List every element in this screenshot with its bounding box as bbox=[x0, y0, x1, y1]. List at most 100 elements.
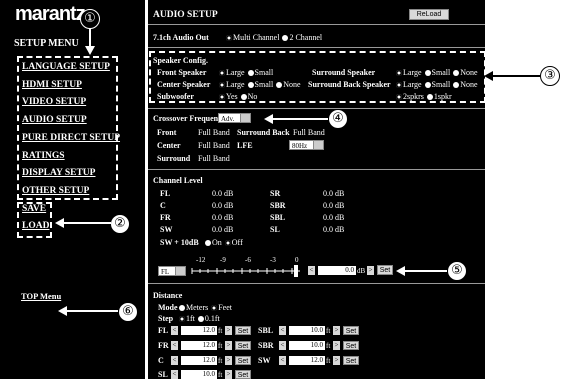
dist-sbr-inc[interactable]: > bbox=[333, 341, 340, 350]
surround-speaker-options[interactable]: Large Small None bbox=[393, 68, 478, 77]
dist-sl-input[interactable]: 10.0 bbox=[181, 370, 217, 379]
callout-5: ⑤ bbox=[447, 261, 467, 281]
dist-fl-inc[interactable]: > bbox=[225, 326, 232, 335]
dist-fl-set[interactable]: Set bbox=[235, 326, 251, 335]
level-value-input[interactable]: 0.0 bbox=[318, 266, 356, 275]
dist-c-dec[interactable]: < bbox=[171, 356, 178, 365]
dist-sl-inc[interactable]: > bbox=[225, 370, 232, 379]
dist-sl-dec[interactable]: < bbox=[171, 370, 178, 379]
callout-6: ⑥ bbox=[118, 302, 138, 322]
dist-sw-inc[interactable]: > bbox=[333, 356, 340, 365]
dist-sbl-inc[interactable]: > bbox=[333, 326, 340, 335]
menu-ratings[interactable]: RATINGS bbox=[22, 151, 65, 161]
dist-c-label: C bbox=[158, 356, 164, 365]
sw-10db-options[interactable]: On Off bbox=[202, 238, 243, 247]
dist-sbr-set[interactable]: Set bbox=[343, 341, 359, 350]
xo-lfe-label: LFE bbox=[237, 141, 253, 150]
audio-out-options[interactable]: Multi Channel 2 Channel bbox=[223, 33, 322, 42]
menu-language-setup[interactable]: LANGUAGE SETUP bbox=[22, 62, 110, 72]
dist-sw-set[interactable]: Set bbox=[343, 356, 359, 365]
center-speaker-label: Center Speaker bbox=[157, 80, 211, 89]
level-sw-value: 0.0 dB bbox=[212, 225, 234, 234]
save-link[interactable]: SAVE bbox=[22, 204, 46, 214]
menu-other-setup[interactable]: OTHER SETUP bbox=[22, 186, 89, 196]
level-sl-label: SL bbox=[270, 225, 280, 234]
mode-options[interactable]: Meters Feet bbox=[176, 303, 232, 312]
level-sl-value: 0.0 dB bbox=[323, 225, 345, 234]
channel-select[interactable]: FL bbox=[158, 266, 186, 276]
xo-center-value: Full Band bbox=[198, 141, 230, 150]
radio-multi-channel[interactable] bbox=[226, 35, 232, 42]
dist-fl-label: FL bbox=[158, 326, 169, 335]
step-options[interactable]: 1ft 0.1ft bbox=[176, 314, 220, 323]
sw-10db-label: SW + 10dB bbox=[160, 238, 199, 247]
top-menu-link[interactable]: TOP Menu bbox=[21, 291, 61, 301]
tick-6: -6 bbox=[245, 256, 251, 264]
center-speaker-options[interactable]: Large Small None bbox=[216, 80, 301, 89]
level-sbl-label: SBL bbox=[270, 213, 286, 222]
channel-level-title: Channel Level bbox=[153, 176, 203, 185]
load-link[interactable]: LOAD bbox=[22, 221, 49, 231]
dist-c-inc[interactable]: > bbox=[225, 356, 232, 365]
level-slider[interactable] bbox=[190, 265, 305, 277]
menu-audio-setup[interactable]: AUDIO SETUP bbox=[22, 115, 87, 125]
dist-fl-dec[interactable]: < bbox=[171, 326, 178, 335]
xo-surround-label: Surround bbox=[157, 154, 191, 163]
dist-c-unit: ft bbox=[218, 357, 223, 365]
surround-back-options[interactable]: Large Small None bbox=[393, 80, 478, 89]
callout-1: ① bbox=[80, 9, 100, 29]
xo-surround-back-label: Surround Back bbox=[237, 128, 290, 137]
dist-sbr-unit: ft bbox=[326, 342, 331, 350]
callout-1-arrow bbox=[85, 28, 95, 55]
level-increase-button[interactable]: > bbox=[367, 266, 374, 275]
callout-2: ② bbox=[110, 214, 130, 234]
menu-pure-direct-setup[interactable]: PURE DIRECT SETUP bbox=[22, 133, 120, 143]
xo-front-label: Front bbox=[157, 128, 177, 137]
radio-2-channel[interactable] bbox=[282, 35, 289, 42]
callout-4: ④ bbox=[328, 109, 348, 129]
tick-9: -9 bbox=[220, 256, 226, 264]
dist-fr-unit: ft bbox=[218, 342, 223, 350]
surround-back-count-options[interactable]: 2spkrs 1spkr bbox=[393, 92, 452, 101]
surround-back-label: Surround Back Speaker bbox=[308, 80, 391, 89]
subwoofer-label: Subwoofer bbox=[157, 92, 194, 101]
level-decrease-button[interactable]: < bbox=[308, 266, 315, 275]
dist-sw-dec[interactable]: < bbox=[279, 356, 286, 365]
dist-sbr-input[interactable]: 10.0 bbox=[289, 341, 325, 350]
level-set-button[interactable]: Set bbox=[377, 265, 393, 275]
level-fl-label: FL bbox=[160, 189, 171, 198]
reload-button[interactable]: ReLoad bbox=[409, 9, 449, 20]
menu-video-setup[interactable]: VIDEO SETUP bbox=[22, 97, 86, 107]
dist-fl-input[interactable]: 12.0 bbox=[181, 326, 217, 335]
level-c-label: C bbox=[160, 201, 166, 210]
level-fr-label: FR bbox=[160, 213, 171, 222]
xo-front-value: Full Band bbox=[198, 128, 230, 137]
level-sw-label: SW bbox=[160, 225, 173, 234]
slider-thumb bbox=[294, 265, 298, 277]
dist-sbl-dec[interactable]: < bbox=[279, 326, 286, 335]
menu-hdmi-setup[interactable]: HDMI SETUP bbox=[22, 80, 82, 90]
crossover-select[interactable]: Adv. bbox=[218, 113, 251, 123]
callout-5-arrow bbox=[396, 266, 447, 276]
dist-sbl-set[interactable]: Set bbox=[343, 326, 359, 335]
dist-sw-label: SW bbox=[258, 356, 271, 365]
dist-sbr-dec[interactable]: < bbox=[279, 341, 286, 350]
dist-sbl-unit: ft bbox=[326, 327, 331, 335]
dist-fr-dec[interactable]: < bbox=[171, 341, 178, 350]
level-sbl-value: 0.0 dB bbox=[323, 213, 345, 222]
dist-c-set[interactable]: Set bbox=[235, 356, 251, 365]
dist-sbl-input[interactable]: 10.0 bbox=[289, 326, 325, 335]
dist-fr-input[interactable]: 12.0 bbox=[181, 341, 217, 350]
menu-display-setup[interactable]: DISPLAY SETUP bbox=[22, 168, 95, 178]
dist-fr-set[interactable]: Set bbox=[235, 341, 251, 350]
lfe-select[interactable]: 80Hz bbox=[289, 140, 324, 150]
dist-sw-input[interactable]: 12.0 bbox=[289, 356, 325, 365]
dist-fr-inc[interactable]: > bbox=[225, 341, 232, 350]
front-speaker-options[interactable]: Large Small bbox=[216, 68, 273, 77]
level-sbr-value: 0.0 dB bbox=[323, 201, 345, 210]
dist-sl-set[interactable]: Set bbox=[235, 370, 251, 379]
dist-c-input[interactable]: 12.0 bbox=[181, 356, 217, 365]
dist-fl-unit: ft bbox=[218, 327, 223, 335]
subwoofer-options[interactable]: Yes No bbox=[216, 92, 257, 101]
distance-title: Distance bbox=[153, 291, 183, 300]
